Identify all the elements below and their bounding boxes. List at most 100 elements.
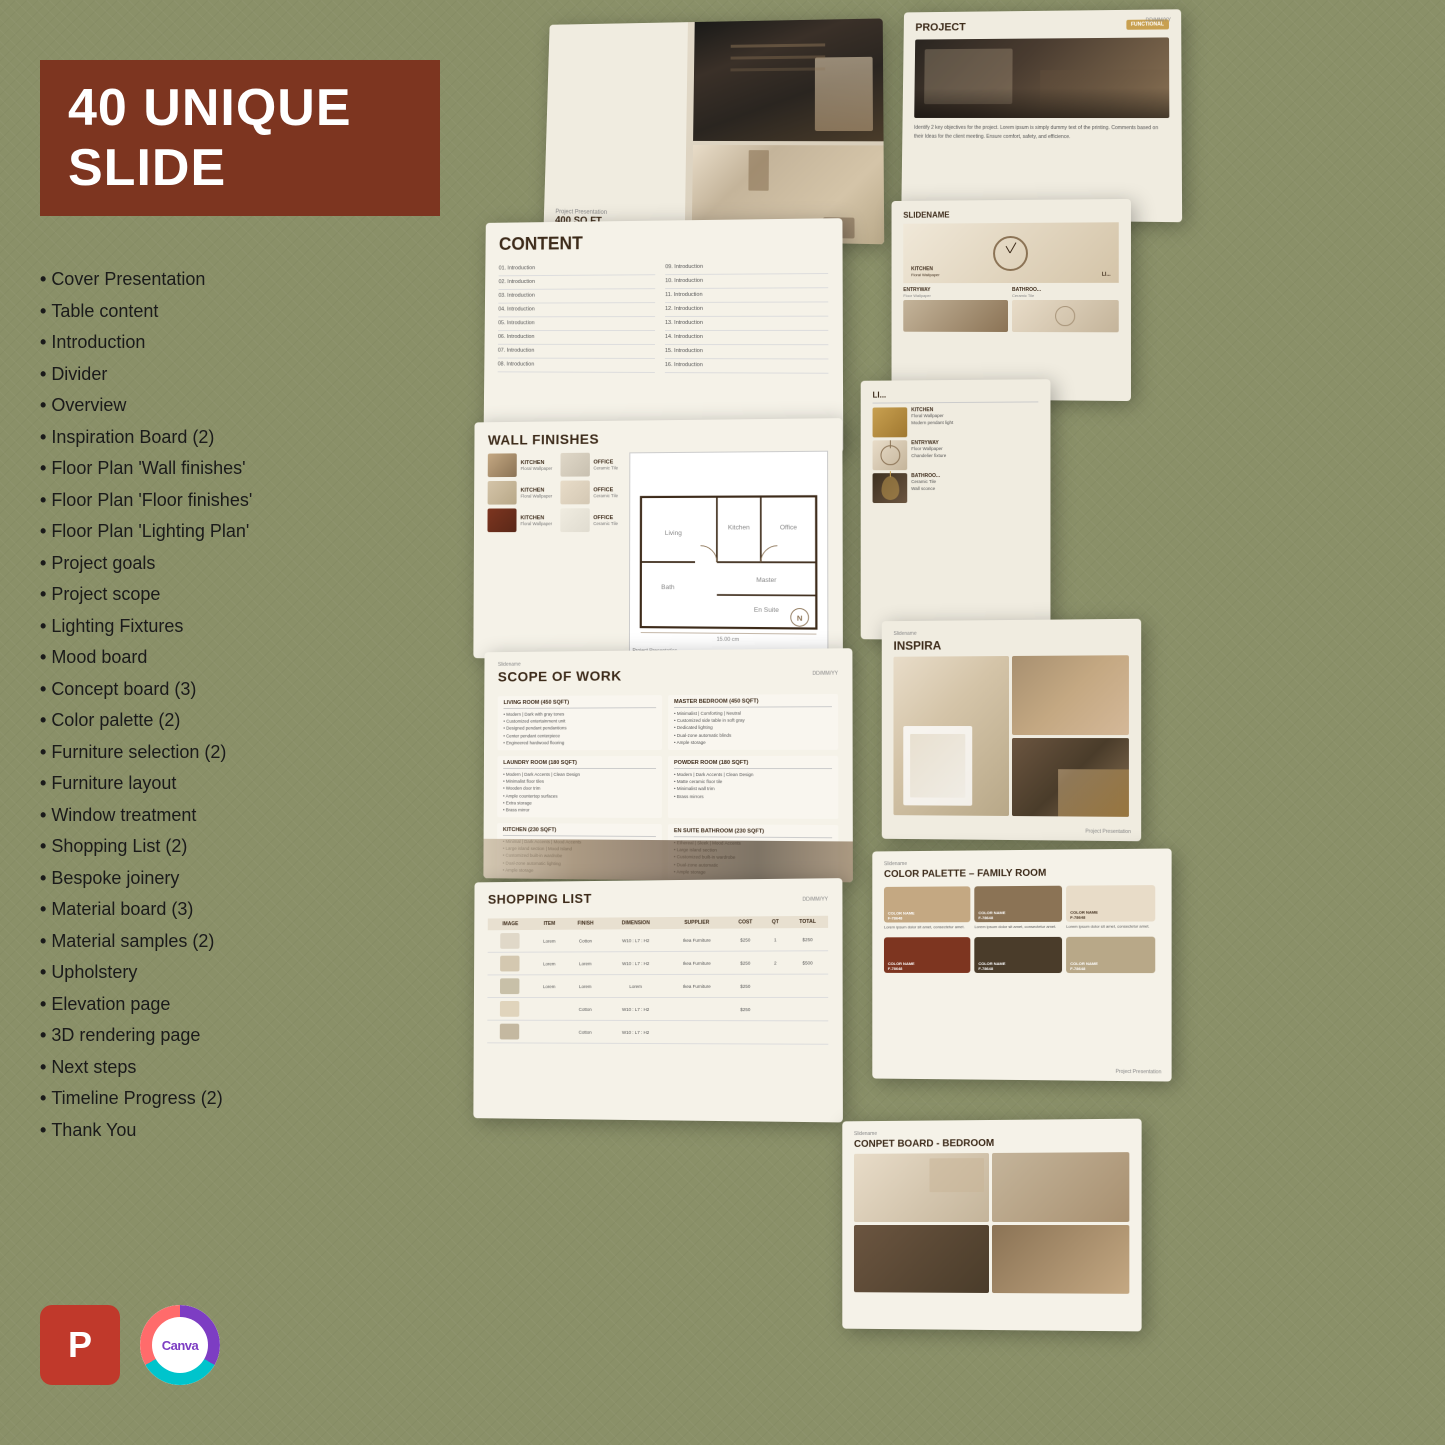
list-item: Overview bbox=[40, 390, 440, 422]
ppt-icon: P bbox=[68, 1324, 92, 1366]
slide-color: Slidename COLOR PALETTE – FAMILY ROOM CO… bbox=[872, 848, 1171, 1081]
shop-img bbox=[501, 932, 520, 948]
title-badge: 40 UNIQUE SLIDE bbox=[40, 60, 440, 216]
list-item: 3D rendering page bbox=[40, 1020, 440, 1052]
shop-header-image: IMAGE bbox=[488, 918, 533, 930]
concept-photo-3 bbox=[854, 1225, 989, 1293]
wall-sample-2 bbox=[560, 453, 589, 477]
slidename-label: SLIDENAME bbox=[903, 209, 1118, 220]
list-item: Material samples (2) bbox=[40, 926, 440, 958]
slide-inspira: Slidename INSPIRA bbox=[882, 619, 1141, 842]
color-swatch-6: COLOR NAMEF-78648 bbox=[1066, 937, 1155, 973]
slide-scope: Slidename SCOPE OF WORK DD/MM/YY LIVING … bbox=[483, 648, 853, 882]
toc-item: 07. Introduction bbox=[498, 345, 655, 359]
toc-item: 14. Introduction bbox=[665, 331, 828, 345]
scope-room-title-5: KITCHEN (230 SQFT) bbox=[503, 827, 656, 837]
inspira-grid bbox=[893, 655, 1128, 817]
slide-list: Cover Presentation Table content Introdu… bbox=[40, 264, 440, 1146]
slide-cover: Project Presentation 400 SQ FT bbox=[543, 18, 884, 244]
scope-title: SCOPE OF WORK bbox=[498, 668, 622, 685]
project-title: PROJECT bbox=[915, 21, 965, 33]
scope-room-title-4: POWDER ROOM (180 SQFT) bbox=[674, 760, 832, 769]
list-item: Thank You bbox=[40, 1115, 440, 1147]
shopping-table: IMAGE ITEM FINISH DIMENSION SUPPLIER COS… bbox=[487, 916, 828, 1045]
inspira-title: INSPIRA bbox=[893, 637, 1128, 653]
list-item: Color palette (2) bbox=[40, 705, 440, 737]
toc-columns: 01. Introduction 02. Introduction 03. In… bbox=[498, 260, 829, 374]
toc-item: 04. Introduction bbox=[498, 303, 655, 317]
wall-samples: KITCHEN Floral Wallpaper OFFICE Ceramic … bbox=[487, 452, 621, 662]
list-item: Inspiration Board (2) bbox=[40, 422, 440, 454]
li-swatch-3 bbox=[873, 473, 908, 503]
svg-text:15.00 cm: 15.00 cm bbox=[716, 637, 739, 643]
toc-item: 11. Introduction bbox=[665, 288, 828, 303]
toc-item: 03. Introduction bbox=[498, 289, 655, 304]
list-item: Cover Presentation bbox=[40, 264, 440, 296]
toc-item: 06. Introduction bbox=[498, 331, 655, 345]
list-item: Material board (3) bbox=[40, 894, 440, 926]
color-swatch-1: COLOR NAMEF-78648 bbox=[884, 886, 970, 922]
scope-date: DD/MM/YY bbox=[812, 670, 838, 676]
svg-text:Living: Living bbox=[665, 530, 682, 537]
shop-header-cost: COST bbox=[727, 916, 763, 928]
list-item: Floor Plan 'Floor finishes' bbox=[40, 485, 440, 517]
bathroom-photo bbox=[1012, 300, 1119, 332]
li-swatch-2 bbox=[873, 440, 908, 470]
shop-img bbox=[500, 1000, 519, 1016]
inspira-slidename: Slidename bbox=[893, 629, 1128, 637]
color-swatches: COLOR NAMEF-78648 Lorem ipsum dolor sit … bbox=[884, 885, 1159, 973]
list-item: Table content bbox=[40, 296, 440, 328]
table-row: Cotton W10 : L7 : H2 $250 bbox=[487, 997, 828, 1020]
list-item: Project scope bbox=[40, 579, 440, 611]
list-item: Floor Plan 'Wall finishes' bbox=[40, 453, 440, 485]
shop-header-total: TOTAL bbox=[787, 916, 828, 928]
project-photo bbox=[914, 37, 1169, 118]
list-item: Timeline Progress (2) bbox=[40, 1083, 440, 1115]
li-title: LI... bbox=[873, 389, 1039, 403]
concept-photo-4 bbox=[991, 1224, 1129, 1293]
slide-project: PROJECT FUNCTIONAL Identify 2 key object… bbox=[901, 9, 1182, 222]
color-swatch-3: COLOR NAMEF-78648 bbox=[1066, 885, 1155, 922]
inspira-photo-2 bbox=[1011, 655, 1128, 734]
list-item: Elevation page bbox=[40, 989, 440, 1021]
color-swatch-4: COLOR NAMEF-78648 bbox=[884, 937, 970, 973]
list-item: Next steps bbox=[40, 1052, 440, 1084]
li-swatch-1 bbox=[873, 407, 908, 437]
wall-sample-3 bbox=[488, 481, 517, 505]
table-row: Cotton W10 : L7 : H2 bbox=[487, 1020, 828, 1044]
concept-photo-1 bbox=[854, 1153, 989, 1222]
powerpoint-logo: P bbox=[40, 1305, 120, 1385]
wall-title: WALL FINISHES bbox=[488, 428, 828, 447]
shop-header-supplier: SUPPLIER bbox=[666, 917, 727, 929]
concept-title: CONPET BOARD - BEDROOM bbox=[854, 1137, 1129, 1150]
shop-header-dim: DIMENSION bbox=[605, 917, 666, 929]
table-row: Lorem Lorem Lorem Ikea Furniture $250 bbox=[487, 974, 828, 997]
svg-text:Office: Office bbox=[780, 524, 798, 531]
list-item: Furniture layout bbox=[40, 768, 440, 800]
toc-item: 02. Introduction bbox=[498, 275, 655, 290]
toc-item: 09. Introduction bbox=[665, 260, 828, 275]
color-footer: Project Presentation bbox=[1116, 1069, 1162, 1075]
list-item: Introduction bbox=[40, 327, 440, 359]
list-item: Mood board bbox=[40, 642, 440, 674]
shop-header-finish: FINISH bbox=[566, 918, 606, 930]
concept-grid bbox=[854, 1152, 1129, 1294]
project-date: DD/MM/YY bbox=[1146, 17, 1171, 23]
list-item: Divider bbox=[40, 359, 440, 391]
svg-text:Master: Master bbox=[756, 577, 777, 584]
scope-room-title-3: LAUNDRY ROOM (180 SQFT) bbox=[503, 760, 656, 769]
list-item: Lighting Fixtures bbox=[40, 611, 440, 643]
slide-shopping: SHOPPING LIST DD/MM/YY IMAGE ITEM FINISH… bbox=[473, 878, 843, 1122]
client-name: Client Name bbox=[483, 322, 485, 349]
toc-item: 01. Introduction bbox=[499, 261, 656, 276]
slidename-photo1: KITCHENFloral Wallpaper LI... bbox=[903, 222, 1118, 283]
svg-text:Kitchen: Kitchen bbox=[728, 524, 750, 531]
wall-sample-5 bbox=[487, 508, 516, 532]
slide-wall: WALL FINISHES KITCHEN Floral Wallpaper O… bbox=[473, 418, 843, 662]
wall-sample-6 bbox=[560, 508, 589, 532]
project-text: Identify 2 key objectives for the projec… bbox=[914, 124, 1170, 142]
color-slidename: Slidename bbox=[884, 859, 1159, 867]
slide-toc: Client Name CONTENT 01. Introduction 02.… bbox=[483, 218, 843, 453]
shop-header-item: ITEM bbox=[533, 918, 566, 930]
shop-header-qt: QT bbox=[763, 916, 787, 928]
